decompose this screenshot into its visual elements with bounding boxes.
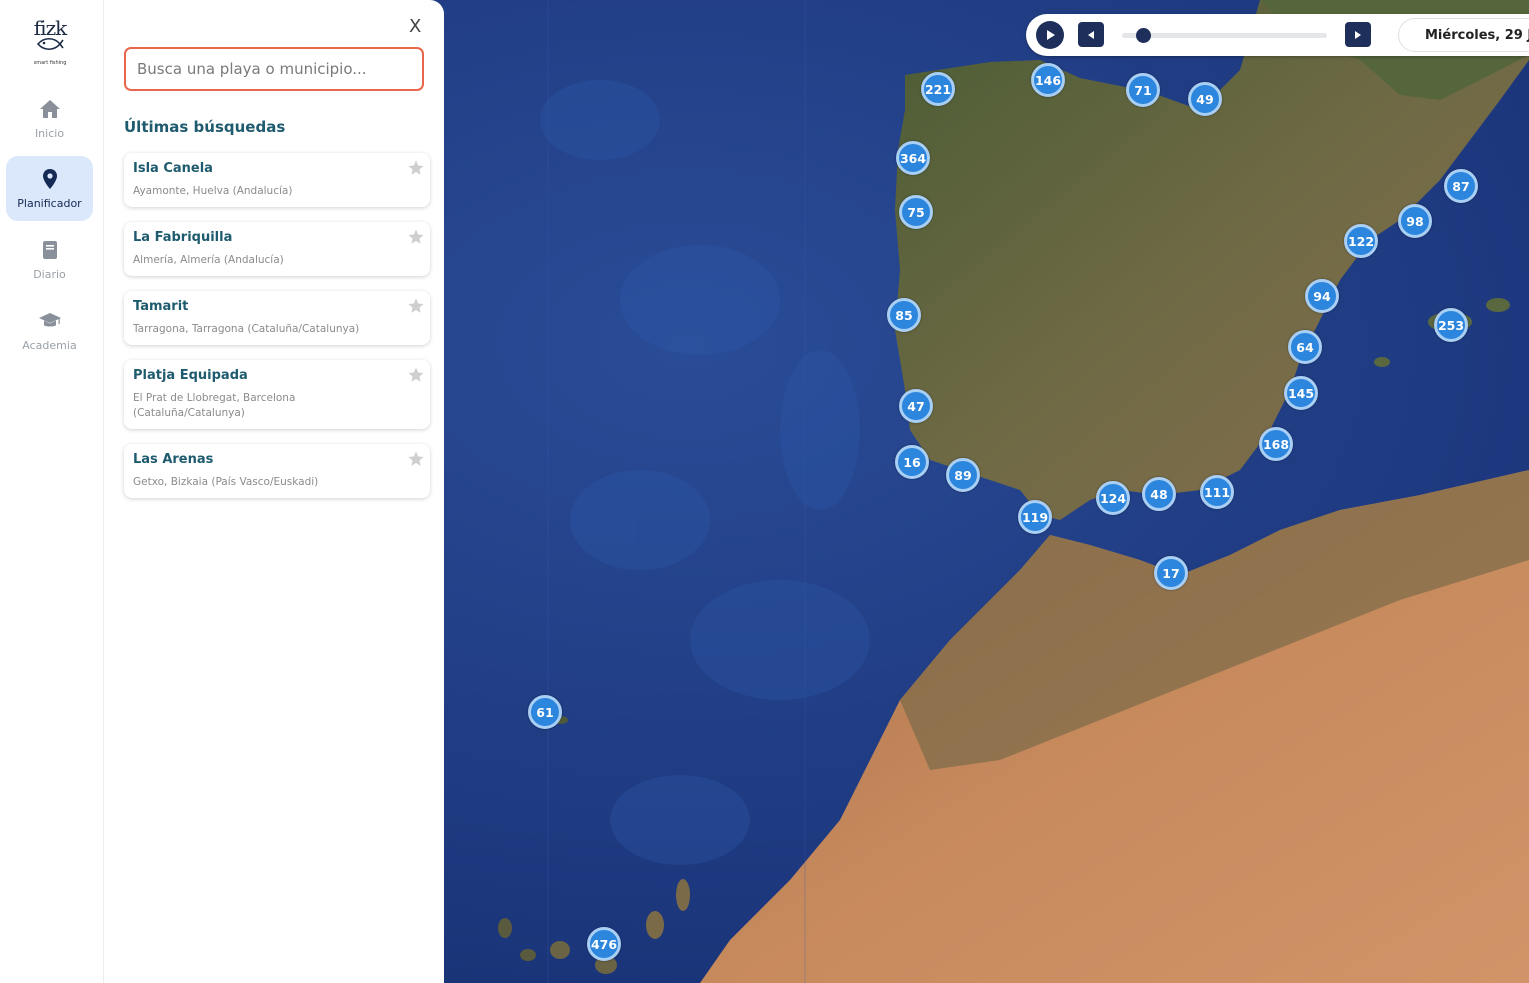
search-panel: X Últimas búsquedas Isla Canela Ayamonte… <box>104 0 444 983</box>
book-icon <box>42 241 57 259</box>
map-cluster-marker[interactable]: 253 <box>1434 308 1468 342</box>
timeline-slider-thumb[interactable] <box>1135 28 1151 43</box>
beach-location: Ayamonte, Huelva (Andalucía) <box>133 185 293 197</box>
map-cluster-marker[interactable]: 146 <box>1031 63 1065 97</box>
nav-item-planificador[interactable]: Planificador <box>6 156 93 221</box>
app-root: 146 221 71 49 364 87 98 122 75 94 85 253… <box>0 0 1529 983</box>
map-pin-icon <box>42 169 57 189</box>
map-cluster-marker[interactable]: 364 <box>896 141 930 175</box>
favorite-star-icon[interactable] <box>407 159 425 177</box>
beach-location: El Prat de Llobregat, Barcelona (Cataluñ… <box>133 392 296 419</box>
nav-label-diario: Diario <box>33 268 66 281</box>
map-cluster-marker[interactable]: 75 <box>899 195 933 229</box>
brand-logo[interactable]: fizk smart fishing <box>30 16 70 66</box>
map-cluster-marker[interactable]: 168 <box>1259 427 1293 461</box>
fish-icon <box>36 37 64 51</box>
map-cluster-marker[interactable]: 64 <box>1288 330 1322 364</box>
map-cluster-marker[interactable]: 145 <box>1284 376 1318 410</box>
search-input[interactable] <box>124 47 424 91</box>
beach-name: Tamarit <box>133 299 189 314</box>
step-forward-icon <box>1355 30 1361 39</box>
map-cluster-marker[interactable]: 89 <box>946 458 980 492</box>
nav-label-inicio: Inicio <box>34 127 65 140</box>
nav-item-diario[interactable]: Diario <box>6 227 93 292</box>
recent-searches-title: Últimas búsquedas <box>124 118 286 136</box>
play-button[interactable] <box>1036 21 1064 49</box>
step-back-button[interactable] <box>1078 22 1104 47</box>
map-cluster-marker[interactable]: 61 <box>528 695 562 729</box>
map-cluster-marker[interactable]: 87 <box>1444 169 1478 203</box>
map-cluster-marker[interactable]: 98 <box>1398 204 1432 238</box>
map-cluster-marker[interactable]: 16 <box>895 445 929 479</box>
map-cluster-marker[interactable]: 122 <box>1344 224 1378 258</box>
step-forward-button[interactable] <box>1345 22 1371 47</box>
nav-item-inicio[interactable]: Inicio <box>6 86 93 151</box>
map-cluster-marker[interactable]: 71 <box>1126 73 1160 107</box>
map-cluster-marker[interactable]: 119 <box>1018 500 1052 534</box>
nav-label-academia: Academia <box>22 339 77 352</box>
home-icon <box>39 100 60 118</box>
favorite-star-icon[interactable] <box>407 297 425 315</box>
left-nav-rail: fizk smart fishing Inicio Planificador D… <box>0 0 104 983</box>
map-cluster-marker[interactable]: 221 <box>921 72 955 106</box>
recent-search-item[interactable]: Platja Equipada El Prat de Llobregat, Ba… <box>124 360 430 429</box>
brand-tagline: smart fishing <box>33 60 67 66</box>
map-cluster-marker[interactable]: 94 <box>1305 279 1339 313</box>
favorite-star-icon[interactable] <box>407 366 425 384</box>
nav-label-planificador: Planificador <box>17 197 82 210</box>
beach-location: Getxo, Bizkaia (País Vasco/Euskadi) <box>133 476 319 488</box>
forecast-playback-bar: Miércoles, 29 Ju <box>1026 14 1529 56</box>
beach-name: Isla Canela <box>133 161 213 176</box>
beach-name: Las Arenas <box>133 452 214 467</box>
recent-search-item[interactable]: Las Arenas Getxo, Bizkaia (País Vasco/Eu… <box>124 444 430 498</box>
map-cluster-marker[interactable]: 49 <box>1188 82 1222 116</box>
map-cluster-marker[interactable]: 85 <box>887 298 921 332</box>
nav-item-academia[interactable]: Academia <box>6 298 93 363</box>
play-icon <box>1047 30 1055 40</box>
recent-search-item[interactable]: Isla Canela Ayamonte, Huelva (Andalucía) <box>124 153 430 207</box>
beach-location: Tarragona, Tarragona (Cataluña/Catalunya… <box>133 323 360 335</box>
timeline-slider[interactable] <box>1122 28 1327 43</box>
graduation-cap-icon <box>38 313 61 327</box>
beach-name: La Fabriquilla <box>133 230 233 245</box>
recent-search-item[interactable]: Tamarit Tarragona, Tarragona (Cataluña/C… <box>124 291 430 345</box>
map-cluster-marker[interactable]: 48 <box>1142 477 1176 511</box>
map-cluster-marker[interactable]: 47 <box>899 389 933 423</box>
beach-location: Almería, Almería (Andalucía) <box>133 254 284 266</box>
recent-search-item[interactable]: La Fabriquilla Almería, Almería (Andaluc… <box>124 222 430 276</box>
close-panel-button[interactable]: X <box>409 16 421 37</box>
favorite-star-icon[interactable] <box>407 228 425 246</box>
map-cluster-marker[interactable]: 476 <box>587 927 621 961</box>
map-cluster-marker[interactable]: 111 <box>1200 475 1234 509</box>
brand-name: fizk <box>33 16 67 40</box>
step-back-icon <box>1088 30 1094 39</box>
map-cluster-marker[interactable]: 124 <box>1096 481 1130 515</box>
beach-name: Platja Equipada <box>133 368 248 383</box>
date-selector[interactable]: Miércoles, 29 Ju <box>1398 18 1529 52</box>
favorite-star-icon[interactable] <box>407 450 425 468</box>
map-cluster-marker[interactable]: 17 <box>1154 556 1188 590</box>
